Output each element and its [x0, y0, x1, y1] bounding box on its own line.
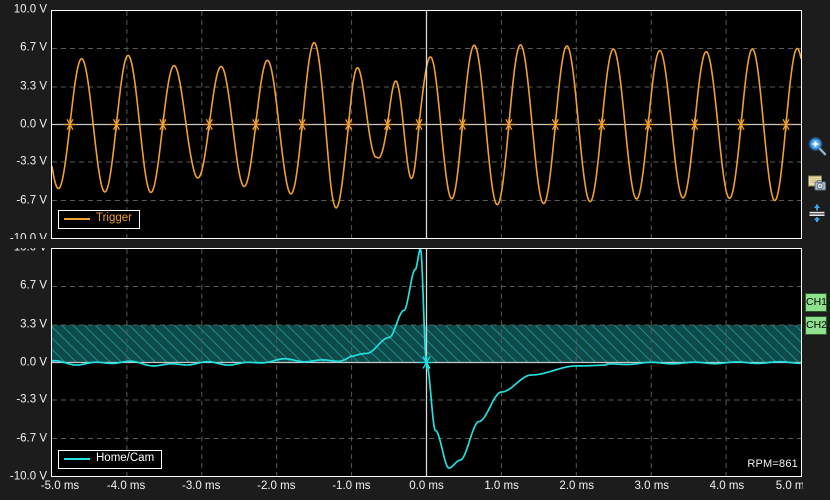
trigger-waveform-canvas — [52, 11, 801, 238]
zero-crossing-marker — [413, 118, 425, 131]
zero-crossing-marker — [63, 118, 76, 131]
zero-crossing-marker — [642, 118, 655, 131]
rpm-readout: RPM=861 — [747, 458, 798, 470]
legend-home-cam[interactable]: Home/Cam — [58, 450, 163, 469]
y-axis-tick-label: 6.7 V — [20, 279, 47, 292]
zero-crossing-marker — [735, 118, 748, 131]
legend-label-trigger: Trigger — [96, 212, 132, 224]
tool-sidebar — [803, 0, 830, 500]
y-axis-tick-label: 0.0 V — [20, 355, 47, 368]
panel-divider — [0, 239, 830, 248]
y-axis-labels-bottom: 10.0 V6.7 V3.3 V0.0 V-3.3 V-6.7 V-10.0 V — [0, 0, 47, 500]
channel-badge-ch1[interactable]: CH1 — [805, 293, 827, 312]
zero-crossing-marker — [780, 118, 793, 131]
channel-badge-ch2[interactable]: CH2 — [805, 316, 827, 335]
home-cam-waveform-canvas — [52, 249, 801, 476]
zero-crossing-marker — [549, 118, 562, 131]
x-axis-tick-label: -3.0 ms — [182, 480, 221, 492]
zero-crossing-marker — [249, 118, 262, 131]
oscilloscope-app: 10.0 V6.7 V3.3 V0.0 V-3.3 V-6.7 V-10.0 V… — [0, 0, 830, 500]
screenshot-icon[interactable] — [807, 173, 827, 193]
zoom-in-icon[interactable] — [807, 136, 827, 156]
zero-crossing-marker — [688, 118, 701, 131]
legend-swatch-trigger — [64, 217, 90, 220]
x-axis-tick-label: 0.0 ms — [409, 480, 444, 492]
x-axis-tick-label: 1.0 ms — [484, 480, 519, 492]
zero-crossing-marker — [595, 118, 608, 131]
x-axis-tick-label: -4.0 ms — [106, 480, 146, 492]
x-axis-tick-label: -2.0 ms — [257, 480, 296, 492]
fit-vertical-icon[interactable] — [807, 203, 827, 223]
y-axis-tick-label: -6.7 V — [16, 432, 47, 445]
zero-crossing-marker — [110, 118, 123, 131]
x-axis-tick-label: 2.0 ms — [559, 480, 594, 492]
x-axis-labels: -5.0 ms -4.0 ms -3.0 ms -2.0 ms -1.0 ms 0.0 m… — [0, 480, 830, 499]
zero-crossing-marker — [156, 118, 169, 131]
x-axis-tick-label: 3.0 ms — [634, 480, 670, 492]
trigger-plot-area[interactable] — [51, 10, 802, 239]
zero-crossing-marker — [203, 118, 216, 131]
zero-crossing-marker — [381, 118, 394, 131]
zero-crossing-marker — [296, 118, 309, 131]
legend-swatch-home-cam — [64, 457, 90, 460]
home-cam-plot-area[interactable] — [51, 248, 802, 477]
zero-crossing-marker — [342, 118, 355, 131]
y-axis-tick-label: 3.3 V — [20, 317, 47, 330]
zero-crossing-marker — [456, 118, 469, 131]
zero-crossing-marker — [502, 118, 515, 131]
x-axis-tick-label: 4.0 ms — [709, 480, 745, 492]
x-axis-tick-label: -5.0 ms — [40, 480, 80, 492]
y-axis-tick-label: -3.3 V — [16, 393, 47, 406]
x-axis-tick-label: -1.0 ms — [332, 480, 371, 492]
legend-label-home-cam: Home/Cam — [96, 452, 155, 464]
legend-trigger[interactable]: Trigger — [58, 210, 140, 229]
